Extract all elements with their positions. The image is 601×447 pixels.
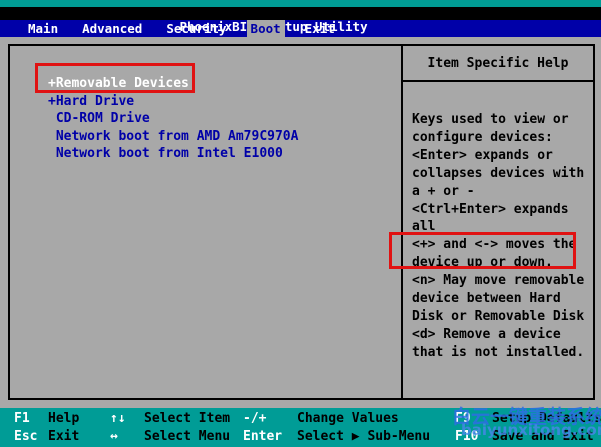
key-f10: F10 <box>455 429 479 444</box>
help-line: Disk or Removable Disk <box>412 308 585 324</box>
help-line: configure devices: <box>412 129 553 145</box>
legend-f9-setup-defaults: F9 Setup Defaults <box>455 411 601 426</box>
boot-item-cdrom-drive[interactable]: CD-ROM Drive <box>48 110 401 128</box>
legend-esc-exit: Esc Exit <box>14 429 80 444</box>
help-line: <d> Remove a device <box>412 326 561 342</box>
key-enter: Enter <box>243 429 283 444</box>
help-panel-title: Item Specific Help <box>403 46 593 82</box>
key-esc: Esc <box>14 429 38 444</box>
help-line: all <box>412 219 436 235</box>
help-line-move-keys: <+> and <-> moves the <box>412 237 577 253</box>
help-panel: Item Specific Help Keys used to view or … <box>403 46 593 398</box>
tab-main[interactable]: Main <box>24 20 62 37</box>
key-f1: F1 <box>14 411 30 426</box>
title-bar: PhoenixBIOS Setup Utility <box>0 7 601 33</box>
help-line: Keys used to view or <box>412 112 569 127</box>
help-line: <Ctrl+Enter> expands <box>412 201 569 217</box>
legend-enter-submenu: Enter Select ▶ Sub-Menu <box>243 429 431 444</box>
key-legend-bar: F1 Help ↑↓ Select Item -/+ Change Values F9… <box>0 408 601 447</box>
boot-device-list: +Removable Devices +Hard Drive CD-ROM Dr… <box>10 46 403 398</box>
legend-change-values: -/+ Change Values <box>243 411 399 426</box>
boot-item-removable-devices[interactable]: +Removable Devices <box>48 75 401 93</box>
key-f9: F9 <box>455 411 471 426</box>
legend-f10-save-exit: F10 Save and Exit <box>455 429 594 444</box>
bios-screen: PhoenixBIOS Setup Utility Main Advanced … <box>0 0 601 447</box>
legend-f1-help: F1 Help <box>14 411 80 426</box>
help-line: that is not installed. <box>412 344 585 360</box>
top-teal-strip <box>0 0 601 7</box>
help-panel-body: Keys used to view or configure devices: … <box>403 82 593 362</box>
help-line-move-keys: device up or down. <box>412 255 553 271</box>
tab-security[interactable]: Security <box>162 20 230 37</box>
tab-boot[interactable]: Boot <box>246 20 285 37</box>
key-minus-plus: -/+ <box>243 411 267 426</box>
boot-item-hard-drive[interactable]: +Hard Drive <box>48 93 401 111</box>
tab-exit[interactable]: Exit <box>301 20 339 37</box>
main-content-box: +Removable Devices +Hard Drive CD-ROM Dr… <box>8 44 595 400</box>
help-line: device between Hard <box>412 291 561 307</box>
key-updown-arrows: ↑↓ <box>110 411 126 426</box>
help-line: <n> May move removable <box>412 273 585 289</box>
key-leftright-arrows: ↔ <box>110 429 118 444</box>
boot-item-network-amd[interactable]: Network boot from AMD Am79C970A <box>48 128 401 146</box>
tab-advanced[interactable]: Advanced <box>78 20 146 37</box>
boot-item-network-intel[interactable]: Network boot from Intel E1000 <box>48 145 401 163</box>
legend-select-item: ↑↓ Select Item <box>110 411 231 426</box>
help-line: <Enter> expands or <box>412 147 553 163</box>
help-line: a + or - <box>412 183 475 199</box>
help-line: collapses devices with <box>412 165 585 181</box>
menu-bar: Main Advanced Security Boot Exit <box>0 20 601 37</box>
legend-select-menu: ↔ Select Menu <box>110 429 231 444</box>
